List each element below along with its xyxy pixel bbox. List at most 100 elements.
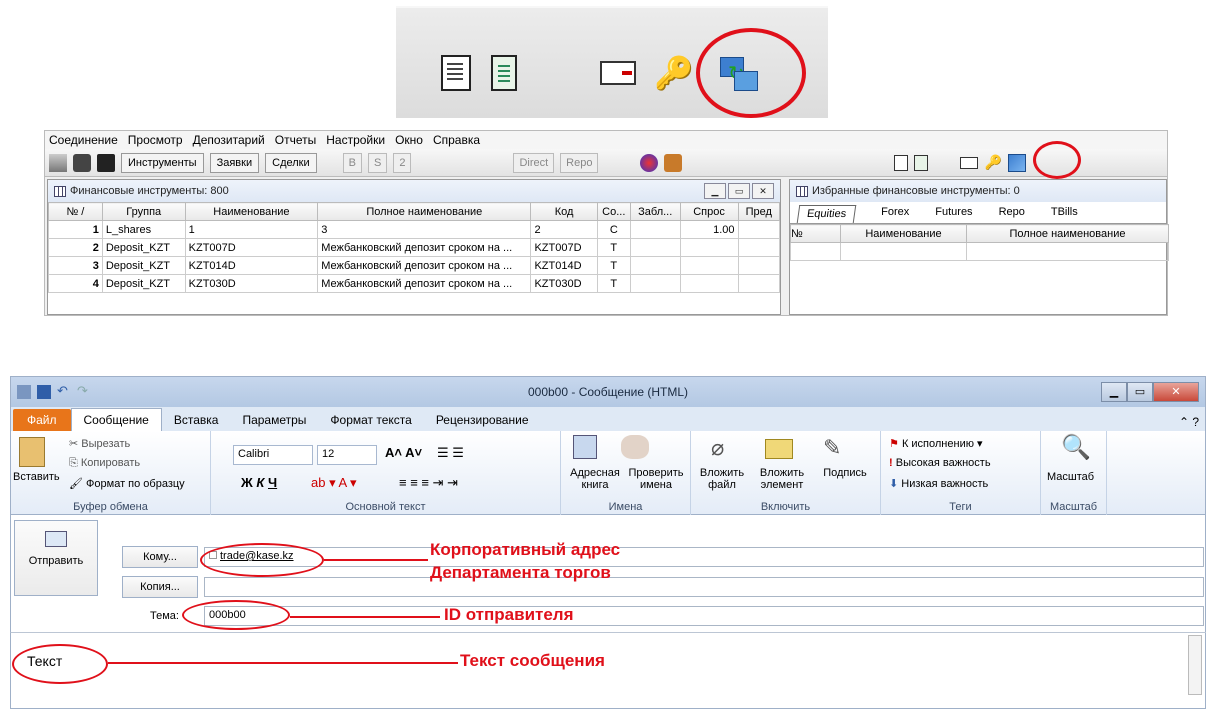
cc-button[interactable]: Копия... <box>122 576 198 598</box>
maximize-button[interactable]: ▭ <box>728 183 750 199</box>
briefcase-icon[interactable] <box>97 153 115 172</box>
bag-icon[interactable] <box>664 153 683 172</box>
exchange-small-icon[interactable] <box>1007 153 1026 172</box>
save-icon[interactable] <box>37 385 51 399</box>
key-small-icon[interactable]: 🔑 <box>984 154 1001 171</box>
col-header[interactable]: Наименование <box>184 202 319 221</box>
menu-depository[interactable]: Депозитарий <box>193 133 265 147</box>
align-icon[interactable]: ≡ ≡ ≡ ⇥ ⇥ <box>399 475 458 491</box>
copy-button[interactable]: ⎘ Копировать <box>69 457 140 470</box>
tab-equities[interactable]: Equities <box>796 205 857 223</box>
col-header[interactable]: № / <box>48 202 103 221</box>
minimize-button[interactable]: ▁ <box>704 183 726 199</box>
tab-repo[interactable]: Repo <box>999 206 1025 223</box>
tab-review[interactable]: Рецензирование <box>424 409 541 431</box>
table-row[interactable] <box>790 242 1169 261</box>
card-icon[interactable] <box>598 46 638 100</box>
tab-futures[interactable]: Futures <box>935 206 972 223</box>
tools-icon[interactable] <box>73 153 91 172</box>
deals-button[interactable]: Сделки <box>265 152 317 173</box>
address-book-icon[interactable] <box>573 435 597 459</box>
scrollbar[interactable] <box>1188 635 1202 695</box>
tab-insert[interactable]: Вставка <box>162 409 231 431</box>
font-size-select[interactable]: 12 <box>317 445 377 465</box>
signature-button[interactable]: Подпись <box>815 467 875 479</box>
tab-file[interactable]: Файл <box>13 409 71 431</box>
address-book-button[interactable]: Адресная книга <box>565 467 625 491</box>
follow-up-button[interactable]: ⚑ К исполнению ▾ <box>889 437 983 450</box>
maximize-button[interactable]: ▭ <box>1127 382 1153 402</box>
to-field[interactable]: trade@kase.kz <box>204 547 1204 567</box>
direct-button[interactable]: Direct <box>513 152 555 173</box>
menu-reports[interactable]: Отчеты <box>275 133 316 147</box>
paste-button[interactable]: Вставить <box>13 471 60 483</box>
col-header[interactable]: Полное наименование <box>317 202 532 221</box>
undo-icon[interactable]: ↶ <box>57 384 71 399</box>
col-header[interactable]: Наименование <box>840 224 967 243</box>
app-icon[interactable] <box>17 385 31 399</box>
high-importance-button[interactable]: ! Высокая важность <box>889 457 991 469</box>
check-names-button[interactable]: Проверить имена <box>623 467 689 491</box>
bullets-icon[interactable]: ☰ ☰ <box>437 445 464 461</box>
font-name-select[interactable]: Calibri <box>233 445 313 465</box>
menu-settings[interactable]: Настройки <box>326 133 385 147</box>
notepad-icon[interactable] <box>484 46 524 100</box>
repo-button[interactable]: Repo <box>560 152 599 173</box>
attach-file-button[interactable]: Вложить файл <box>693 467 751 491</box>
help-icon[interactable]: ⌃ ? <box>1173 413 1205 431</box>
table-row[interactable]: 3 Deposit_KZT KZT014D Межбанковский депо… <box>48 256 781 275</box>
card-small-icon[interactable] <box>960 156 979 169</box>
minimize-button[interactable]: ▁ <box>1101 382 1127 402</box>
menu-help[interactable]: Справка <box>433 133 480 147</box>
col-header[interactable]: Полное наименование <box>966 224 1169 243</box>
sell-button[interactable]: S <box>367 152 388 173</box>
to-button[interactable]: Кому... <box>122 546 198 568</box>
instruments-button[interactable]: Инструменты <box>121 152 204 173</box>
document-small-icon[interactable] <box>894 154 909 171</box>
tab-tbills[interactable]: TBills <box>1051 206 1078 223</box>
paperclip-icon[interactable]: ⌀ <box>711 435 724 461</box>
tab-message[interactable]: Сообщение <box>70 408 162 431</box>
close-button[interactable]: ✕ <box>752 183 774 199</box>
magnifier-icon[interactable]: 🔍 <box>1061 433 1091 462</box>
table-row[interactable]: 1 L_shares 1 3 2 C 1.00 <box>48 220 781 239</box>
document-icon[interactable] <box>436 46 476 100</box>
cc-field[interactable] <box>204 577 1204 597</box>
col-header[interactable]: Спрос <box>679 202 739 221</box>
two-button[interactable]: 2 <box>393 152 412 173</box>
redo-icon[interactable]: ↷ <box>77 384 91 399</box>
signature-icon[interactable]: ✎ <box>823 435 841 461</box>
col-header[interactable]: Забл... <box>629 202 681 221</box>
send-button[interactable]: Отправить <box>14 520 98 596</box>
chart-icon[interactable] <box>640 153 659 172</box>
message-body[interactable]: Текст <box>10 632 1206 709</box>
bold-icon[interactable]: Ж К Ч <box>241 475 277 490</box>
check-names-icon[interactable] <box>621 435 649 459</box>
low-importance-button[interactable]: ⬇ Низкая важность <box>889 477 988 490</box>
col-header[interactable]: Пред <box>737 202 781 221</box>
col-header[interactable]: Со... <box>596 202 631 221</box>
tab-forex[interactable]: Forex <box>881 206 909 223</box>
paste-icon[interactable] <box>19 437 45 467</box>
zoom-button[interactable]: Масштаб <box>1047 471 1094 483</box>
envelope-icon[interactable] <box>765 439 793 459</box>
key-icon[interactable]: 🔑 <box>654 46 694 100</box>
col-header[interactable]: № <box>790 224 841 243</box>
buy-button[interactable]: B <box>342 152 362 173</box>
menu-window[interactable]: Окно <box>395 133 423 147</box>
col-header[interactable]: Группа <box>101 202 186 221</box>
cut-button[interactable]: ✂ Вырезать <box>69 437 130 450</box>
attach-item-button[interactable]: Вложить элемент <box>751 467 813 491</box>
orders-button[interactable]: Заявки <box>209 152 260 173</box>
close-button[interactable]: ✕ <box>1153 382 1199 402</box>
table-row[interactable]: 4 Deposit_KZT KZT030D Межбанковский депо… <box>48 274 781 293</box>
tab-format-text[interactable]: Формат текста <box>318 409 423 431</box>
notepad-small-icon[interactable] <box>914 154 929 171</box>
format-painter-button[interactable]: 🖌 Формат по образцу <box>69 477 185 490</box>
menu-view[interactable]: Просмотр <box>128 133 183 147</box>
table-row[interactable]: 2 Deposit_KZT KZT007D Межбанковский депо… <box>48 238 781 257</box>
menu-connection[interactable]: Соединение <box>49 133 118 147</box>
tab-options[interactable]: Параметры <box>230 409 318 431</box>
logo-icon[interactable] <box>49 153 67 172</box>
font-color-icon[interactable]: ab ▾ A ▾ <box>311 475 357 491</box>
